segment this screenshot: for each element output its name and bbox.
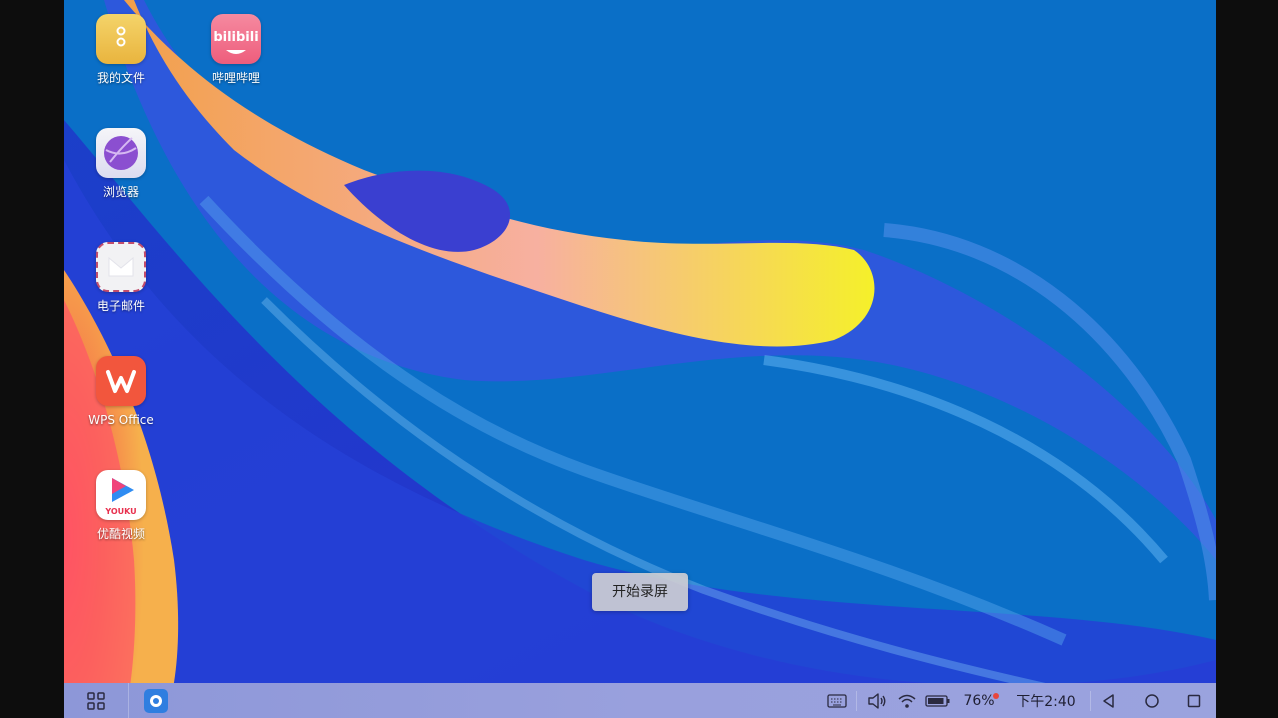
tray-divider [856,691,857,711]
browser-icon [96,128,146,178]
app-label: WPS Office [88,413,154,427]
wps-icon [96,356,146,406]
desktop-app-wps[interactable]: WPS Office [73,356,169,428]
notification-dot [993,693,999,699]
browser-icon [144,688,168,713]
email-icon [96,242,146,292]
app-grid-icon[interactable] [80,683,112,718]
desktop-screen: 我的文件 bilibili 哔哩哔哩 浏览器 电子邮件 WPS Office Y… [64,0,1216,718]
app-label: 浏览器 [102,185,139,199]
app-label: 哔哩哔哩 [211,71,260,85]
file-manager-icon [96,14,146,64]
youku-logo-text: YOUKU [104,507,136,516]
keyboard-icon[interactable] [824,683,850,718]
clock[interactable]: 下午2:40 [1010,683,1082,718]
wifi-icon[interactable] [894,683,920,718]
taskbar: 76% 下午2:40 [64,683,1216,718]
app-label: 我的文件 [96,71,145,85]
desktop-app-files[interactable]: 我的文件 [73,14,169,86]
battery-percentage: 76% [963,692,995,709]
nav-divider [1090,691,1091,711]
desktop-app-email[interactable]: 电子邮件 [73,242,169,314]
clock-time: 下午2:40 [1016,693,1076,710]
app-label: 优酷视频 [96,527,145,541]
battery-level: 76% [958,683,1000,718]
taskbar-pinned-browser[interactable] [142,683,170,718]
volume-icon[interactable] [864,683,890,718]
bilibili-logo-text: bilibili [213,30,258,45]
back-icon[interactable] [1096,683,1122,718]
desktop-app-bilibili[interactable]: bilibili 哔哩哔哩 [188,14,284,86]
youku-icon: YOUKU [96,470,146,520]
left-letterbox [0,0,64,718]
desktop-app-browser[interactable]: 浏览器 [73,128,169,200]
app-label: 电子邮件 [96,299,145,313]
battery-icon[interactable] [924,683,952,718]
recents-icon[interactable] [1181,683,1207,718]
start-screen-recording-button[interactable]: 开始录屏 [592,573,688,611]
bilibili-icon: bilibili [211,14,261,64]
right-letterbox [1216,0,1278,718]
taskbar-divider [128,683,129,718]
desktop-app-youku[interactable]: YOUKU 优酷视频 [73,470,169,542]
home-icon[interactable] [1139,683,1165,718]
